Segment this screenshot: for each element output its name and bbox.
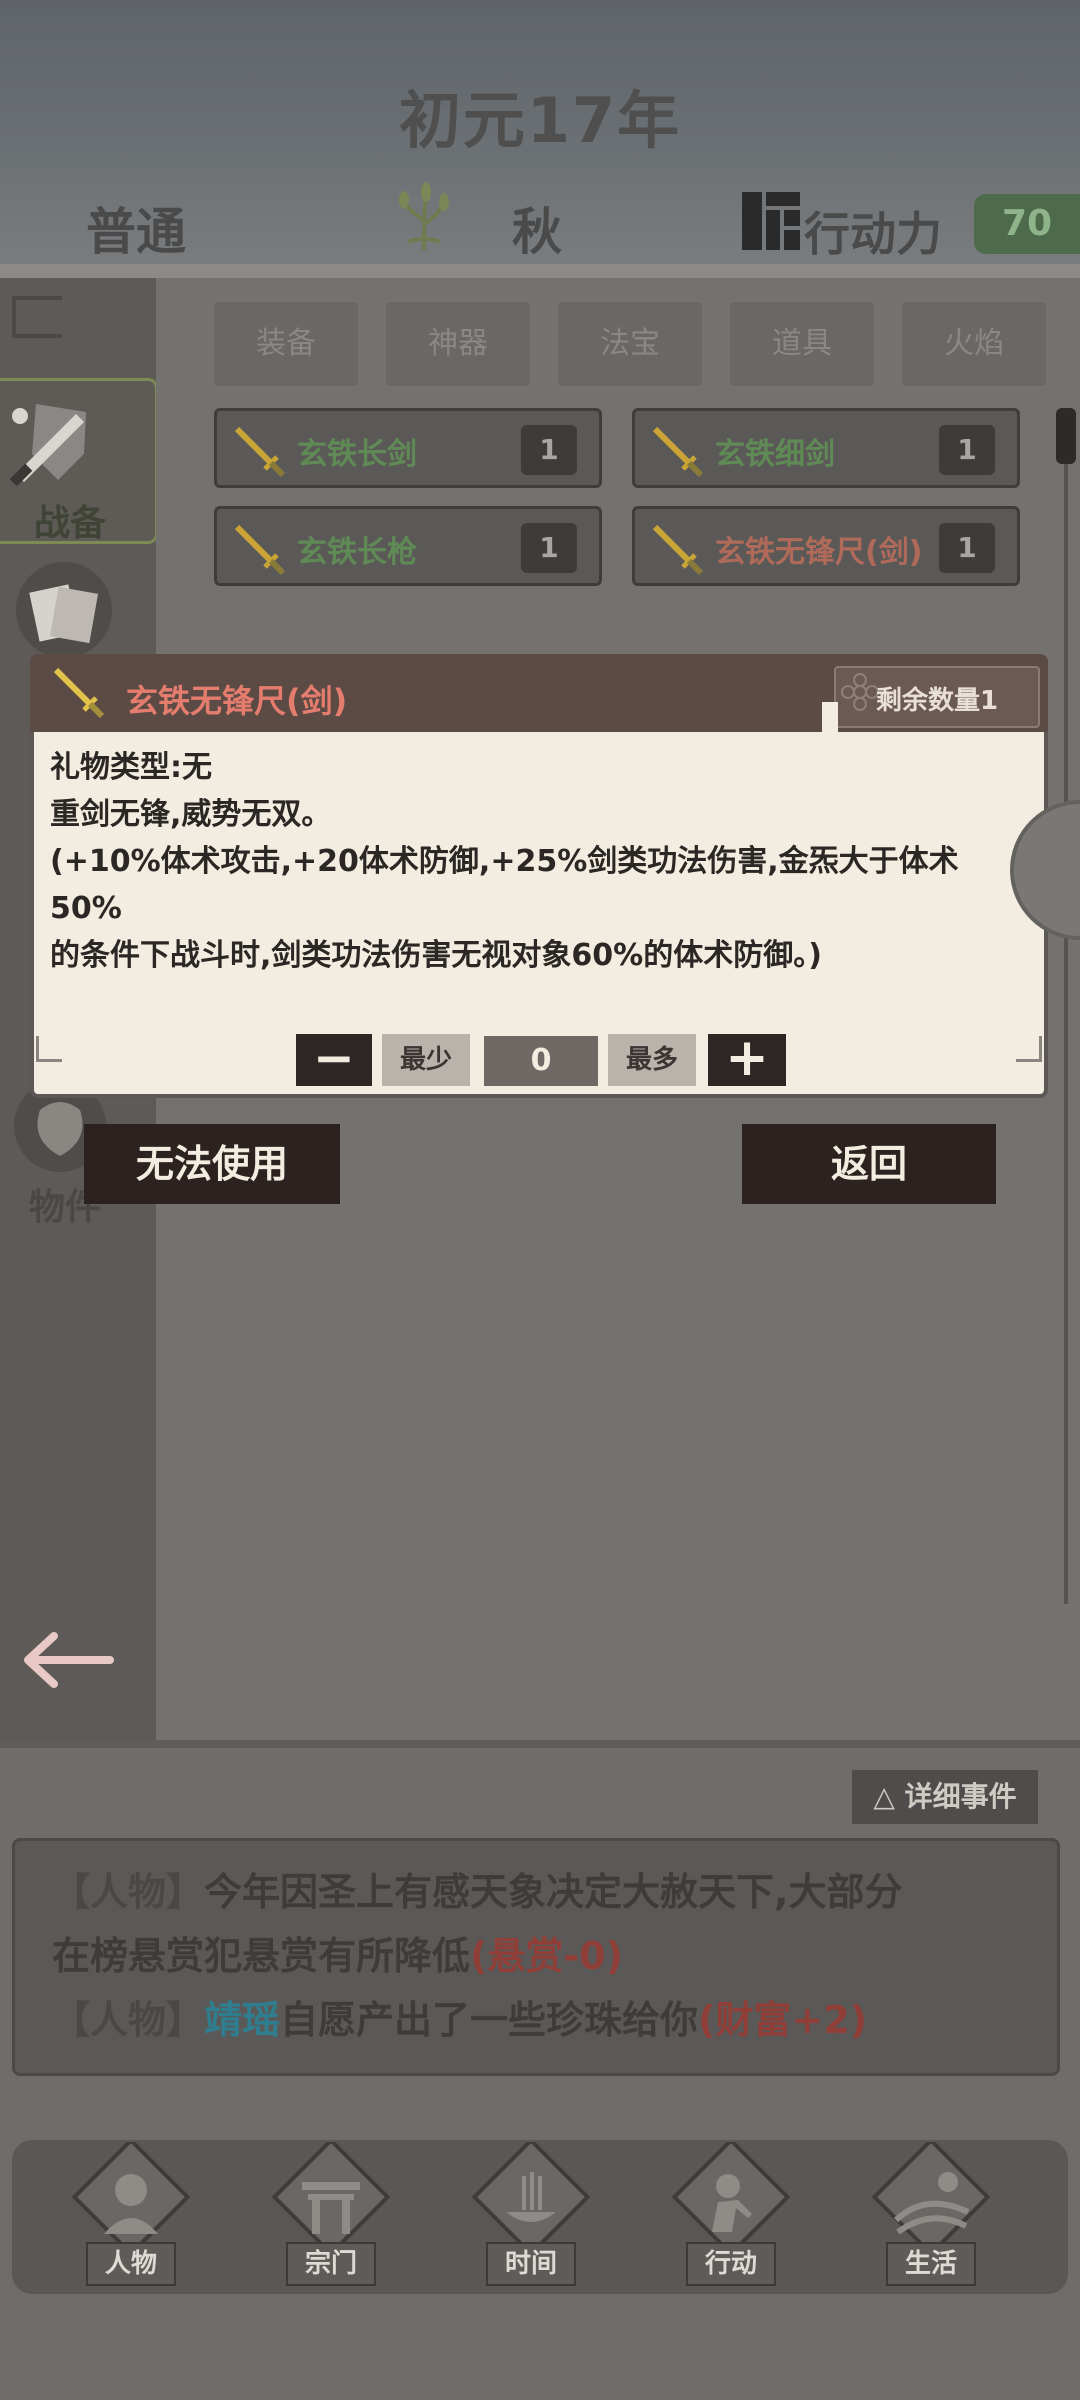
tab-treasure[interactable]: 法宝 bbox=[558, 302, 702, 386]
rail-item-label: 战备 bbox=[33, 503, 106, 544]
tab-artifact[interactable]: 神器 bbox=[386, 302, 530, 386]
cards-icon[interactable] bbox=[14, 560, 114, 660]
scrollbar-thumb[interactable] bbox=[1056, 408, 1076, 464]
action-points-value: 70 bbox=[974, 194, 1080, 254]
item-count: 1 bbox=[521, 523, 577, 573]
tab-equipment[interactable]: 装备 bbox=[214, 302, 358, 386]
item-name: 玄铁无锋尺(剑) bbox=[715, 535, 923, 570]
detail-events-button[interactable]: △ 详细事件 bbox=[852, 1770, 1038, 1824]
nav-label: 人物 bbox=[86, 2242, 176, 2286]
item-card[interactable]: 玄铁长剑 1 bbox=[214, 408, 602, 488]
corner-ornament-icon bbox=[1016, 1036, 1042, 1062]
log-text: 今年因圣上有感天象决定大赦天下,大部分 bbox=[204, 1870, 903, 1914]
log-text: 自愿产出了一些珍珠给你 bbox=[280, 1998, 699, 2042]
flavor-text: 重剑无锋,威势无双。 bbox=[50, 797, 332, 832]
sword-shield-icon bbox=[9, 404, 86, 486]
flower-ornament-icon bbox=[841, 673, 879, 711]
item-name: 玄铁长枪 bbox=[297, 535, 417, 570]
nav-life[interactable]: 生活 bbox=[856, 2142, 1006, 2292]
quantity-min-button[interactable]: 最少 bbox=[382, 1034, 470, 1086]
remaining-count: 剩余数量1 bbox=[876, 686, 999, 716]
log-line: 【人物】今年因圣上有感天象决定大赦天下,大部分 bbox=[52, 1860, 1042, 1924]
log-effect: (财富+2) bbox=[698, 1998, 868, 2042]
log-character-name[interactable]: 靖瑶 bbox=[204, 1998, 280, 2042]
back-button[interactable]: 返回 bbox=[742, 1124, 996, 1204]
spear-icon bbox=[234, 524, 286, 576]
log-line: 【人物】靖瑶自愿产出了一些珍珠给你(财富+2) bbox=[52, 1988, 1042, 2052]
nav-time[interactable]: 时间 bbox=[456, 2142, 606, 2292]
tab-flame[interactable]: 火焰 bbox=[902, 302, 1046, 386]
item-name: 玄铁长剑 bbox=[297, 437, 417, 472]
wheat-icon bbox=[399, 182, 449, 251]
action-points-icon bbox=[742, 192, 800, 250]
log-text: 在榜悬赏犯悬赏有所降低 bbox=[52, 1934, 471, 1978]
year-title: 初元17年 bbox=[398, 84, 682, 157]
sword-icon bbox=[652, 524, 704, 576]
item-count: 1 bbox=[939, 523, 995, 573]
gift-type: 礼物类型:无 bbox=[50, 750, 212, 785]
item-name: 玄铁细剑 bbox=[715, 437, 835, 472]
quantity-input[interactable]: 0 bbox=[484, 1036, 598, 1086]
difficulty-label: 普通 bbox=[86, 203, 186, 261]
nav-label: 宗门 bbox=[286, 2242, 376, 2286]
log-tag: 【人物】 bbox=[52, 1870, 205, 1914]
header-divider bbox=[0, 264, 1080, 278]
quantity-increase-button[interactable]: + bbox=[708, 1032, 786, 1086]
effect-text-line2: 的条件下战斗时,剑类功法伤害无视对象60%的体术防御。) bbox=[50, 938, 822, 973]
action-points-label: 行动力 bbox=[804, 207, 942, 261]
event-log-text: 【人物】今年因圣上有感天象决定大赦天下,大部分 在榜悬赏犯悬赏有所降低(悬赏-0… bbox=[52, 1860, 1042, 2052]
dialog-body: 礼物类型:无 重剑无锋,威势无双。 (+10%体术攻击,+20体术防御,+25%… bbox=[50, 744, 1030, 979]
sword-icon bbox=[652, 426, 704, 478]
nav-action[interactable]: 行动 bbox=[656, 2142, 806, 2292]
quantity-max-button[interactable]: 最多 bbox=[608, 1034, 696, 1086]
tab-items[interactable]: 道具 bbox=[730, 302, 874, 386]
sword-icon bbox=[53, 667, 105, 719]
scrollbar-track[interactable] bbox=[1064, 408, 1068, 1604]
season-label: 秋 bbox=[512, 203, 562, 261]
effect-text-line1: (+10%体术攻击,+20体术防御,+25%剑类功法伤害,金炁大于体术50% bbox=[50, 844, 959, 926]
quantity-decrease-button[interactable]: − bbox=[296, 1033, 372, 1086]
back-arrow-icon[interactable] bbox=[24, 1630, 114, 1690]
item-count: 1 bbox=[939, 425, 995, 475]
cannot-use-button[interactable]: 无法使用 bbox=[84, 1124, 340, 1204]
item-card[interactable]: 玄铁细剑 1 bbox=[632, 408, 1020, 488]
sword-icon bbox=[234, 426, 286, 478]
nav-label: 行动 bbox=[686, 2242, 776, 2286]
item-card-selected[interactable]: 玄铁无锋尺(剑) 1 bbox=[632, 506, 1020, 586]
nav-sect[interactable]: 宗门 bbox=[256, 2142, 406, 2292]
log-tag: 【人物】 bbox=[52, 1998, 205, 2042]
ornament-icon bbox=[12, 296, 62, 338]
log-line: 在榜悬赏犯悬赏有所降低(悬赏-0) bbox=[52, 1924, 1042, 1988]
corner-ornament-icon bbox=[36, 1036, 62, 1062]
nav-label: 生活 bbox=[886, 2242, 976, 2286]
item-card[interactable]: 玄铁长枪 1 bbox=[214, 506, 602, 586]
log-effect: (悬赏-0) bbox=[470, 1934, 623, 1978]
dialog-notch bbox=[822, 702, 838, 732]
nav-character[interactable]: 人物 bbox=[56, 2142, 206, 2292]
item-count: 1 bbox=[521, 425, 577, 475]
nav-label: 时间 bbox=[486, 2242, 576, 2286]
dialog-item-name: 玄铁无锋尺(剑) bbox=[126, 682, 348, 720]
